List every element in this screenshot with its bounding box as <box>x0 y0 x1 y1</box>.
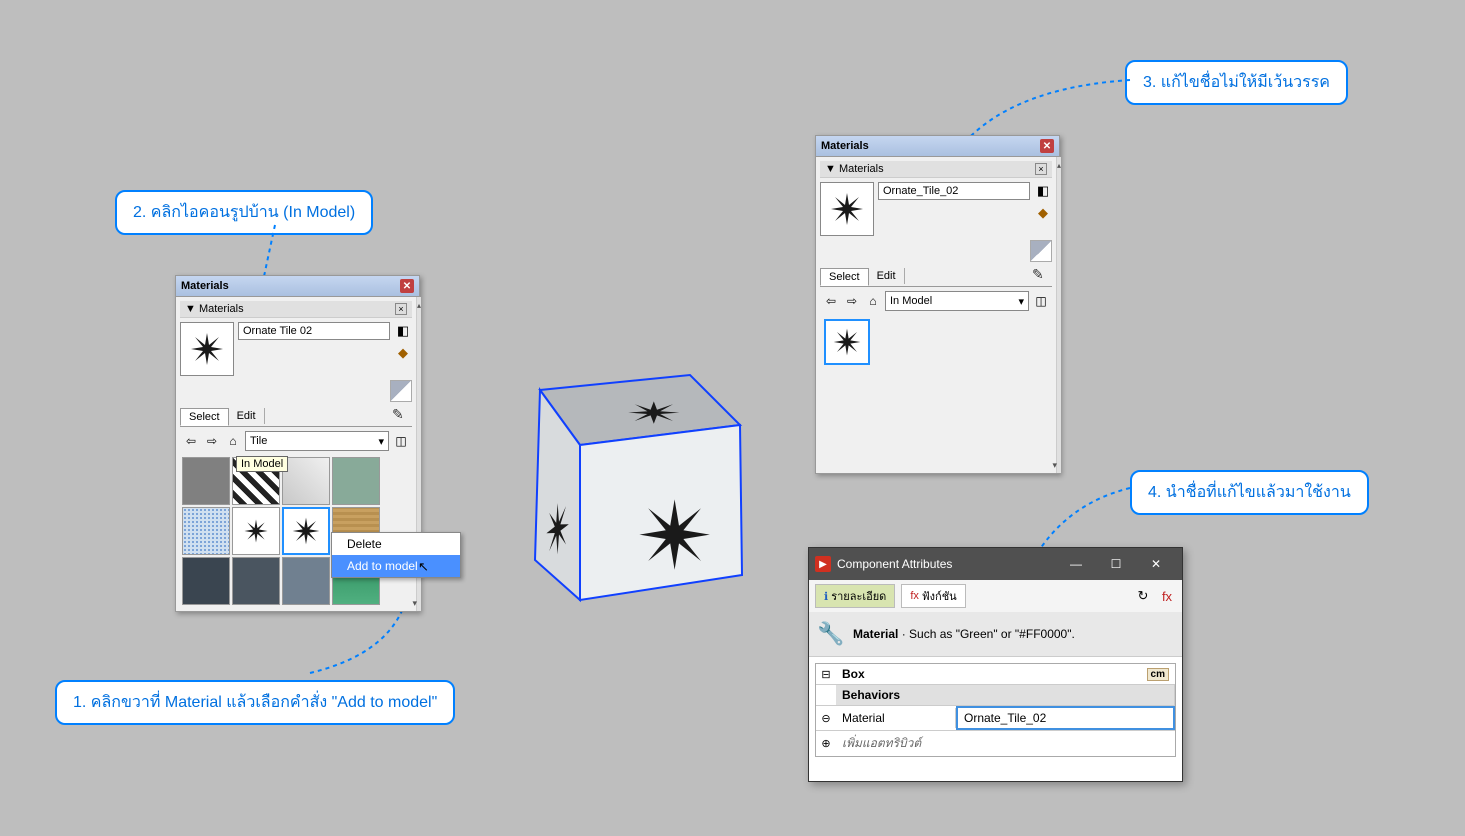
material-grid <box>180 455 412 607</box>
hint-text: Material · Such as "Green" or "#FF0000". <box>853 627 1075 641</box>
panel-subtitle[interactable]: ▼ Materials <box>185 303 244 315</box>
collapse-icon[interactable]: ⊟ <box>816 668 836 681</box>
fx-icon[interactable]: fx <box>1158 587 1176 605</box>
back-icon[interactable]: ⇦ <box>822 292 840 310</box>
library-dropdown[interactable]: Tile▾ <box>245 431 389 451</box>
material-name-input[interactable] <box>878 182 1030 200</box>
window-titlebar: ▶ Component Attributes — ☐ ✕ <box>809 548 1182 580</box>
back-icon[interactable]: ⇦ <box>182 432 200 450</box>
minimize-icon[interactable]: × <box>1035 163 1047 175</box>
row-material-label: Material <box>836 708 956 728</box>
library-dropdown[interactable]: In Model▾ <box>885 291 1029 311</box>
minimize-icon[interactable]: × <box>395 303 407 315</box>
tile-swatch[interactable] <box>182 557 230 605</box>
callout-step-2: 2. คลิกไอคอนรูปบ้าน (In Model) <box>115 190 373 235</box>
app-icon: ▶ <box>815 556 831 572</box>
panel-title: Materials <box>821 140 869 152</box>
color-swatch[interactable] <box>1030 240 1052 262</box>
window-title: Component Attributes <box>837 557 952 571</box>
tile-swatch[interactable] <box>332 457 380 505</box>
home-icon[interactable]: ⌂ <box>864 292 882 310</box>
panel-title: Materials <box>181 280 229 292</box>
remove-attr-icon[interactable]: ⊖ <box>816 712 836 725</box>
tab-edit[interactable]: Edit <box>869 268 905 284</box>
panel-subtitle[interactable]: ▼ Materials <box>825 163 884 175</box>
eyedropper-icon[interactable]: ✎ <box>392 406 412 426</box>
tab-details[interactable]: ℹรายละเอียด <box>815 584 895 608</box>
row-add-attribute[interactable]: เพิ่มแอตทริบิวต์ <box>836 731 1175 756</box>
home-icon[interactable]: ⌂ <box>224 432 242 450</box>
maximize-button[interactable]: ☐ <box>1096 552 1136 576</box>
sample-icon[interactable]: ◧ <box>1034 182 1052 200</box>
materials-panel-1: Materials ✕ ▼ Materials × ◧ ◆ <box>175 275 420 612</box>
scroll-down-icon[interactable]: ▾ <box>412 598 417 609</box>
material-preview <box>820 182 874 236</box>
scroll-up-icon[interactable]: ▴ <box>1056 157 1061 473</box>
close-button[interactable]: ✕ <box>1136 552 1176 576</box>
callout-step-4: 4. นำชื่อที่แก้ไขแล้วมาใช้งาน <box>1130 470 1369 515</box>
minimize-button[interactable]: — <box>1056 552 1096 576</box>
forward-icon[interactable]: ⇨ <box>203 432 221 450</box>
eyedropper-icon[interactable]: ✎ <box>1032 266 1052 286</box>
row-behaviors-label: Behaviors <box>836 685 1175 705</box>
color-swatch[interactable] <box>390 380 412 402</box>
ctx-add-to-model[interactable]: Add to model <box>332 555 460 577</box>
unit-badge[interactable]: cm <box>1147 668 1169 681</box>
materials-panel-2: Materials ✕ ▼ Materials × ◧ ◆ <box>815 135 1060 474</box>
context-menu: Delete Add to model <box>331 532 461 578</box>
tile-swatch[interactable] <box>282 457 330 505</box>
tile-swatch[interactable] <box>282 557 330 605</box>
component-attributes-window: ▶ Component Attributes — ☐ ✕ ℹรายละเอียด… <box>808 547 1183 782</box>
add-attr-icon[interactable]: ⊕ <box>816 737 836 750</box>
scroll-down-icon[interactable]: ▾ <box>1052 460 1057 471</box>
add-material-icon[interactable]: ◆ <box>1034 204 1052 222</box>
details-icon[interactable]: ◫ <box>1032 292 1050 310</box>
material-preview <box>180 322 234 376</box>
close-icon[interactable]: ✕ <box>400 279 414 293</box>
model-cube <box>480 330 760 613</box>
tile-swatch-selected[interactable] <box>282 507 330 555</box>
tab-functions[interactable]: fxฟังก์ชัน <box>901 584 965 608</box>
material-value-input[interactable]: Ornate_Tile_02 <box>956 706 1175 730</box>
add-material-icon[interactable]: ◆ <box>394 344 412 362</box>
tile-swatch[interactable] <box>182 507 230 555</box>
row-box-label: Box cm <box>836 664 1175 684</box>
tile-swatch[interactable] <box>232 507 280 555</box>
ctx-delete[interactable]: Delete <box>332 533 460 555</box>
forward-icon[interactable]: ⇨ <box>843 292 861 310</box>
details-icon[interactable]: ◫ <box>392 432 410 450</box>
refresh-icon[interactable]: ↻ <box>1134 587 1152 605</box>
callout-step-1: 1. คลิกขวาที่ Material แล้วเลือกคำสั่ง "… <box>55 680 455 725</box>
cursor-icon: ↖ <box>418 559 429 575</box>
in-model-thumb[interactable] <box>824 319 870 365</box>
tab-select[interactable]: Select <box>820 268 869 286</box>
sample-icon[interactable]: ◧ <box>394 322 412 340</box>
material-name-input[interactable] <box>238 322 390 340</box>
tile-swatch[interactable] <box>232 557 280 605</box>
tab-edit[interactable]: Edit <box>229 408 265 424</box>
close-icon[interactable]: ✕ <box>1040 139 1054 153</box>
drill-icon: 🔧 <box>817 620 845 648</box>
callout-step-3: 3. แก้ไขชื่อไม่ให้มีเว้นวรรค <box>1125 60 1348 105</box>
tab-select[interactable]: Select <box>180 408 229 426</box>
in-model-tooltip: In Model <box>236 456 288 472</box>
tile-swatch[interactable] <box>182 457 230 505</box>
